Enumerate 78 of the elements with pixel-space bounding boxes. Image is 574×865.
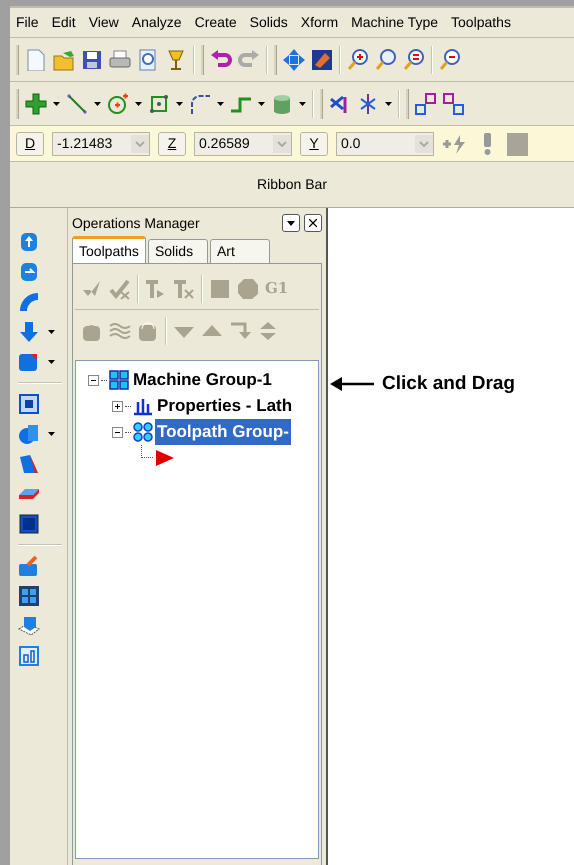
sweep-icon[interactable] [18, 291, 40, 313]
lightning-plus-icon[interactable] [442, 132, 468, 154]
plus-icon[interactable] [25, 92, 47, 114]
triangle-flag-icon[interactable] [155, 448, 175, 468]
ribbon-bar-label: Ribbon Bar [256, 175, 328, 194]
caret-icon[interactable] [48, 330, 55, 334]
menu-item[interactable]: Machine Type [351, 12, 438, 33]
cylinder-icon[interactable] [271, 92, 293, 114]
caret-icon[interactable] [53, 102, 60, 106]
menu-item[interactable]: File [16, 12, 39, 33]
caret-icon[interactable] [48, 432, 55, 436]
value-field[interactable]: 0.0 [336, 132, 434, 156]
arrow-icon [330, 377, 374, 392]
check-cross-icon[interactable] [109, 278, 131, 300]
panel-title: Operations Manager [72, 214, 201, 233]
printer-icon[interactable] [109, 48, 131, 70]
value-field[interactable]: -1.21483 [52, 132, 150, 156]
tab[interactable]: Solids [148, 239, 208, 263]
four-circles-icon[interactable] [133, 422, 153, 442]
menu-item[interactable]: Edit [52, 12, 76, 33]
tab[interactable]: Art [210, 239, 270, 263]
menu-item[interactable]: Analyze [132, 12, 182, 33]
new-file-icon[interactable] [25, 48, 47, 70]
zoom-window-icon[interactable] [375, 48, 397, 70]
machine-group-icon[interactable] [109, 370, 129, 390]
grid-cube-icon[interactable] [18, 585, 40, 607]
box-arrow-icon[interactable] [18, 555, 40, 577]
cube-icon[interactable] [18, 513, 40, 535]
caret-icon[interactable] [299, 102, 306, 106]
caret-icon[interactable] [217, 102, 224, 106]
fillet-solid-icon[interactable] [18, 351, 40, 373]
zoom-in-icon[interactable] [347, 48, 369, 70]
menu-item[interactable]: Solids [250, 12, 288, 33]
tree-item-label[interactable]: Machine Group-1 [131, 367, 274, 393]
caret-icon [287, 220, 295, 226]
line-icon[interactable] [66, 92, 88, 114]
shell-icon[interactable] [18, 393, 40, 415]
axis-button[interactable]: Y [300, 132, 328, 156]
callout-text: Click and Drag [382, 372, 516, 396]
caret-icon[interactable] [94, 102, 101, 106]
save-icon[interactable] [81, 48, 103, 70]
open-folder-icon[interactable] [53, 48, 75, 70]
circle-icon[interactable] [107, 92, 129, 114]
fillet-icon[interactable] [189, 92, 211, 114]
menu-item[interactable]: View [88, 12, 119, 33]
zoom-out-icon[interactable] [439, 48, 461, 70]
close-button[interactable] [304, 214, 322, 232]
bar-chart-icon[interactable] [133, 396, 153, 416]
zoom-fit-icon[interactable] [403, 48, 425, 70]
layer-icon[interactable] [18, 615, 40, 637]
transform-icon[interactable] [415, 92, 437, 114]
tree-item-label[interactable]: Toolpath Group- [155, 419, 291, 445]
menu-item[interactable]: Create [194, 12, 237, 33]
caret-icon[interactable] [385, 102, 392, 106]
rectangle-icon[interactable] [148, 92, 170, 114]
expand-icon[interactable] [112, 400, 123, 412]
tree-item-label[interactable]: Properties - Lath [155, 393, 294, 419]
axis-button[interactable]: D [16, 132, 44, 156]
draft-icon[interactable] [18, 453, 40, 475]
value-field[interactable]: 0.26589 [194, 132, 292, 156]
collapse-icon[interactable] [88, 374, 99, 386]
hammer-frame-icon[interactable] [311, 48, 333, 70]
axis-button[interactable]: Z [158, 132, 186, 156]
tab[interactable]: Toolpaths [72, 236, 146, 263]
panel-icon[interactable] [18, 645, 40, 667]
close-icon [309, 219, 317, 227]
caret-icon[interactable] [48, 360, 55, 364]
caret-icon[interactable] [135, 102, 142, 106]
menu-item[interactable]: Toolpaths [451, 12, 511, 33]
dropdown-button[interactable] [282, 214, 300, 232]
move-arrows-icon[interactable] [283, 48, 305, 70]
menu-item[interactable]: Xform [300, 12, 338, 33]
collapse-icon[interactable] [112, 426, 123, 438]
caret-icon[interactable] [176, 102, 183, 106]
transform-icon[interactable] [443, 92, 465, 114]
boolean-icon[interactable] [18, 423, 40, 445]
caret-icon[interactable] [258, 102, 265, 106]
down-arrow-icon[interactable] [18, 321, 40, 343]
